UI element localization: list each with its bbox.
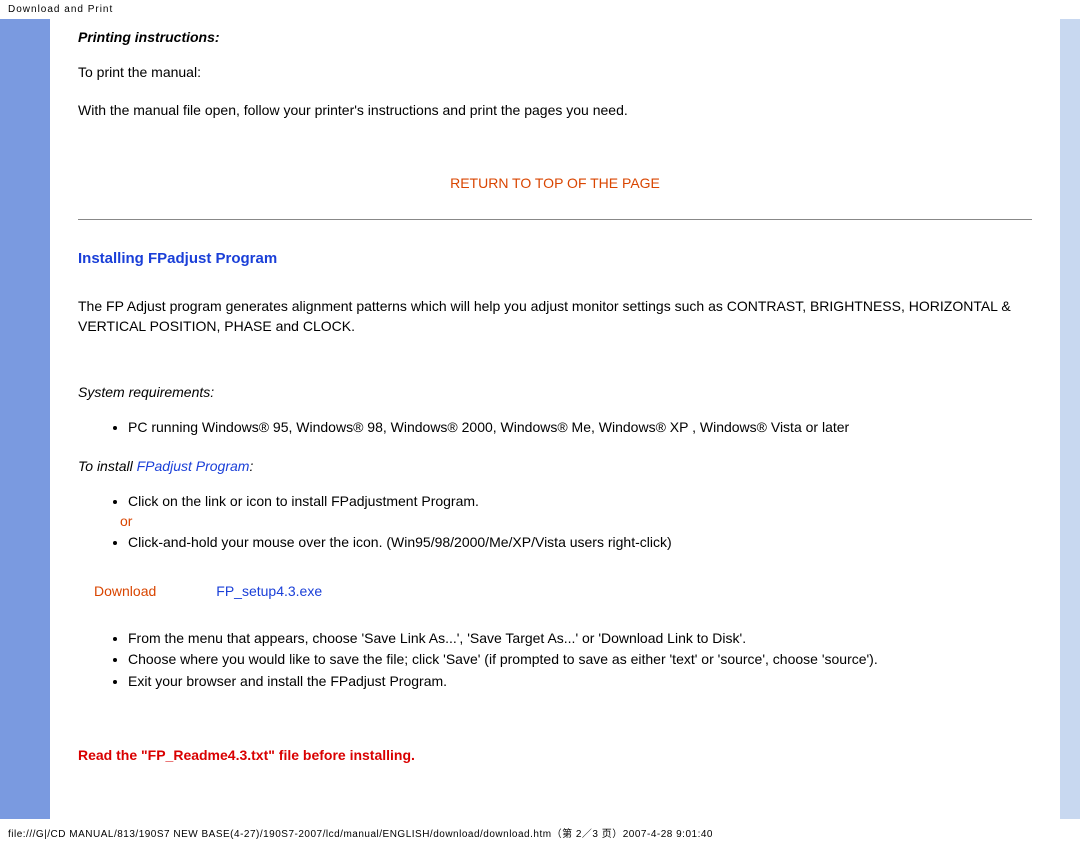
download-file-link[interactable]: FP_setup4.3.exe	[216, 583, 322, 599]
list-item: From the menu that appears, choose 'Save…	[128, 629, 1032, 649]
sidebar-left	[0, 19, 50, 819]
list-item: Click on the link or icon to install FPa…	[128, 492, 1032, 531]
list-item: PC running Windows® 95, Windows® 98, Win…	[128, 418, 1032, 438]
sysreq-title: System requirements:	[78, 384, 1032, 400]
printing-para-2: With the manual file open, follow your p…	[78, 101, 1032, 121]
return-to-top-link[interactable]: RETURN TO TOP OF THE PAGE	[78, 175, 1032, 191]
list-item: Click-and-hold your mouse over the icon.…	[128, 533, 1032, 553]
footer-file-path: file:///G|/CD MANUAL/813/190S7 NEW BASE(…	[0, 819, 1080, 846]
list-item: Choose where you would like to save the …	[128, 650, 1032, 670]
installing-heading: Installing FPadjust Program	[78, 250, 1032, 267]
readme-warning: Read the "FP_Readme4.3.txt" file before …	[78, 747, 1032, 763]
or-text: or	[120, 513, 132, 529]
printing-para-1: To print the manual:	[78, 63, 1032, 83]
install-steps-list: Click on the link or icon to install FPa…	[128, 492, 1032, 553]
sysreq-list: PC running Windows® 95, Windows® 98, Win…	[128, 418, 1032, 438]
list-item: Exit your browser and install the FPadju…	[128, 672, 1032, 692]
install-title-post: :	[249, 458, 253, 474]
install-title: To install FPadjust Program:	[78, 458, 1032, 474]
menu-steps-list: From the menu that appears, choose 'Save…	[128, 629, 1032, 692]
installing-desc: The FP Adjust program generates alignmen…	[78, 297, 1032, 336]
download-row: Download FP_setup4.3.exe	[94, 583, 1032, 599]
download-label: Download	[94, 583, 156, 599]
install-title-pre: To install	[78, 458, 137, 474]
page-header-label: Download and Print	[0, 0, 1080, 19]
install-step-1: Click on the link or icon to install FPa…	[128, 493, 479, 509]
page-container: Printing instructions: To print the manu…	[0, 19, 1080, 819]
section-divider	[78, 219, 1032, 220]
main-content: Printing instructions: To print the manu…	[50, 19, 1060, 819]
sidebar-right	[1060, 19, 1080, 819]
printing-title: Printing instructions:	[78, 29, 1032, 45]
fpadjust-program-link[interactable]: FPadjust Program	[137, 458, 250, 474]
